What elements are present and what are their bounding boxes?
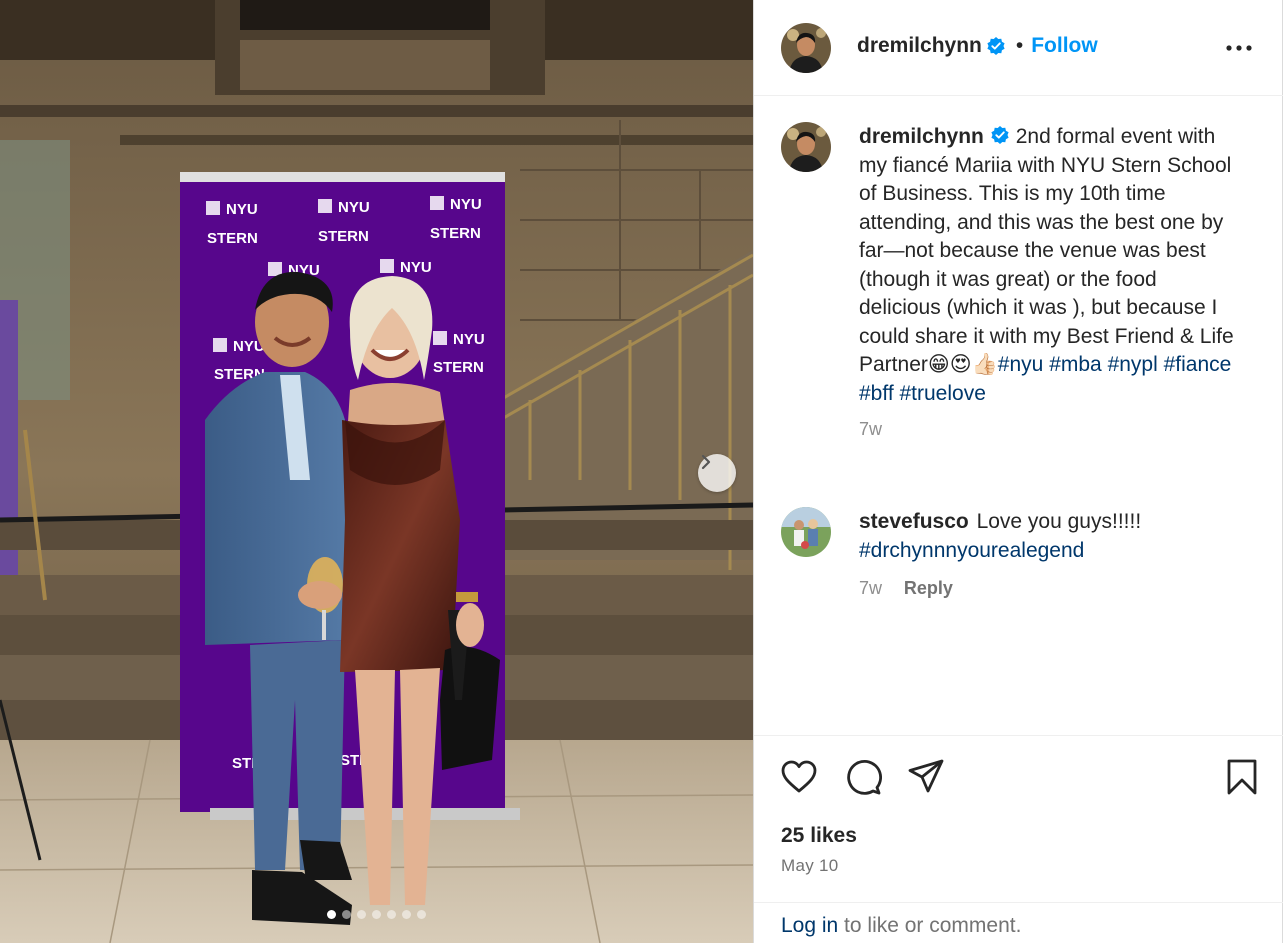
comment-text: Love you guys!!!!! — [976, 510, 1142, 533]
hashtag-link[interactable]: #nyu — [998, 353, 1044, 376]
verified-icon — [987, 37, 1005, 55]
carousel-dot — [327, 910, 336, 919]
svg-text:STERN: STERN — [318, 228, 369, 245]
comment-hashtag-link[interactable]: #drchynnnyourealegend — [859, 539, 1084, 562]
svg-text:STERN: STERN — [207, 230, 258, 247]
hashtag-link[interactable]: #bff — [859, 382, 894, 405]
hashtag-link[interactable]: #truelove — [900, 382, 986, 405]
header-author-row: dremilchynn • Follow — [857, 34, 1098, 58]
caption-avatar-image — [781, 122, 831, 172]
post-photo[interactable]: NYU STERN NYU STERN NYU STERN NYU NYU NYU ST… — [0, 0, 753, 943]
post-caption: dremilchynn 2nd formal event with my fia… — [859, 123, 1239, 444]
login-link[interactable]: Log in — [781, 914, 838, 937]
comment: stevefusco Love you guys!!!!! #drchynnny… — [859, 508, 1239, 603]
svg-text:NYU: NYU — [338, 199, 370, 216]
post-date[interactable]: May 10 — [781, 856, 839, 876]
carousel-dot — [417, 910, 426, 919]
login-prompt-text: to like or comment. — [838, 914, 1022, 937]
svg-text:STERN: STERN — [433, 359, 484, 376]
next-photo-button[interactable] — [698, 454, 736, 492]
carousel-dot — [357, 910, 366, 919]
post-actions: 25 likes May 10 Log in to like or commen… — [754, 735, 1283, 943]
heart-icon[interactable] — [780, 758, 818, 796]
header-separator: • — [1015, 34, 1024, 57]
commenter-avatar[interactable] — [781, 507, 831, 557]
svg-text:NYU: NYU — [450, 196, 482, 213]
reply-button[interactable]: Reply — [904, 578, 953, 598]
photo-scene: NYUSTERN NYUSTERN NYUSTERN NYU NYU NYUST… — [0, 0, 753, 943]
bookmark-icon[interactable] — [1223, 758, 1261, 796]
hashtag-link[interactable]: #nypl — [1108, 353, 1158, 376]
follow-button[interactable]: Follow — [1031, 34, 1098, 58]
carousel-dot — [372, 910, 381, 919]
caption-author-avatar[interactable] — [781, 122, 831, 172]
comment-meta-row: 7w Reply — [859, 574, 1239, 603]
likes-count[interactable]: 25 likes — [781, 824, 857, 848]
hashtag-link[interactable]: #fiance — [1164, 353, 1232, 376]
chevron-right-icon — [701, 454, 711, 470]
commenter-username[interactable]: stevefusco — [859, 510, 969, 533]
commenter-avatar-image — [781, 507, 831, 557]
more-options-icon[interactable] — [1224, 34, 1254, 62]
login-prompt: Log in to like or comment. — [754, 902, 1283, 943]
share-icon[interactable] — [907, 758, 945, 796]
svg-text:STERN: STERN — [430, 225, 481, 242]
author-avatar[interactable] — [781, 23, 831, 73]
svg-text:NYU: NYU — [453, 331, 485, 348]
caption-age[interactable]: 7w — [859, 419, 882, 439]
caption-text: 2nd formal event with my fiancé Mariia w… — [859, 125, 1234, 376]
comment-icon[interactable] — [844, 758, 882, 796]
post-header: dremilchynn • Follow — [754, 0, 1283, 96]
verified-icon — [991, 126, 1009, 144]
author-avatar-image — [781, 23, 831, 73]
hashtag-link[interactable]: #mba — [1049, 353, 1102, 376]
carousel-dot — [342, 910, 351, 919]
author-username[interactable]: dremilchynn — [857, 34, 982, 58]
post-side-pane: dremilchynn • Follow dremilchynn 2nd for… — [753, 0, 1283, 943]
svg-text:NYU: NYU — [226, 201, 258, 218]
carousel-dot — [387, 910, 396, 919]
svg-text:NYU: NYU — [400, 259, 432, 276]
comment-age[interactable]: 7w — [859, 578, 882, 598]
caption-meta-row: 7w — [859, 415, 1239, 444]
carousel-indicator — [0, 910, 753, 919]
caption-username[interactable]: dremilchynn — [859, 125, 984, 148]
carousel-dot — [402, 910, 411, 919]
